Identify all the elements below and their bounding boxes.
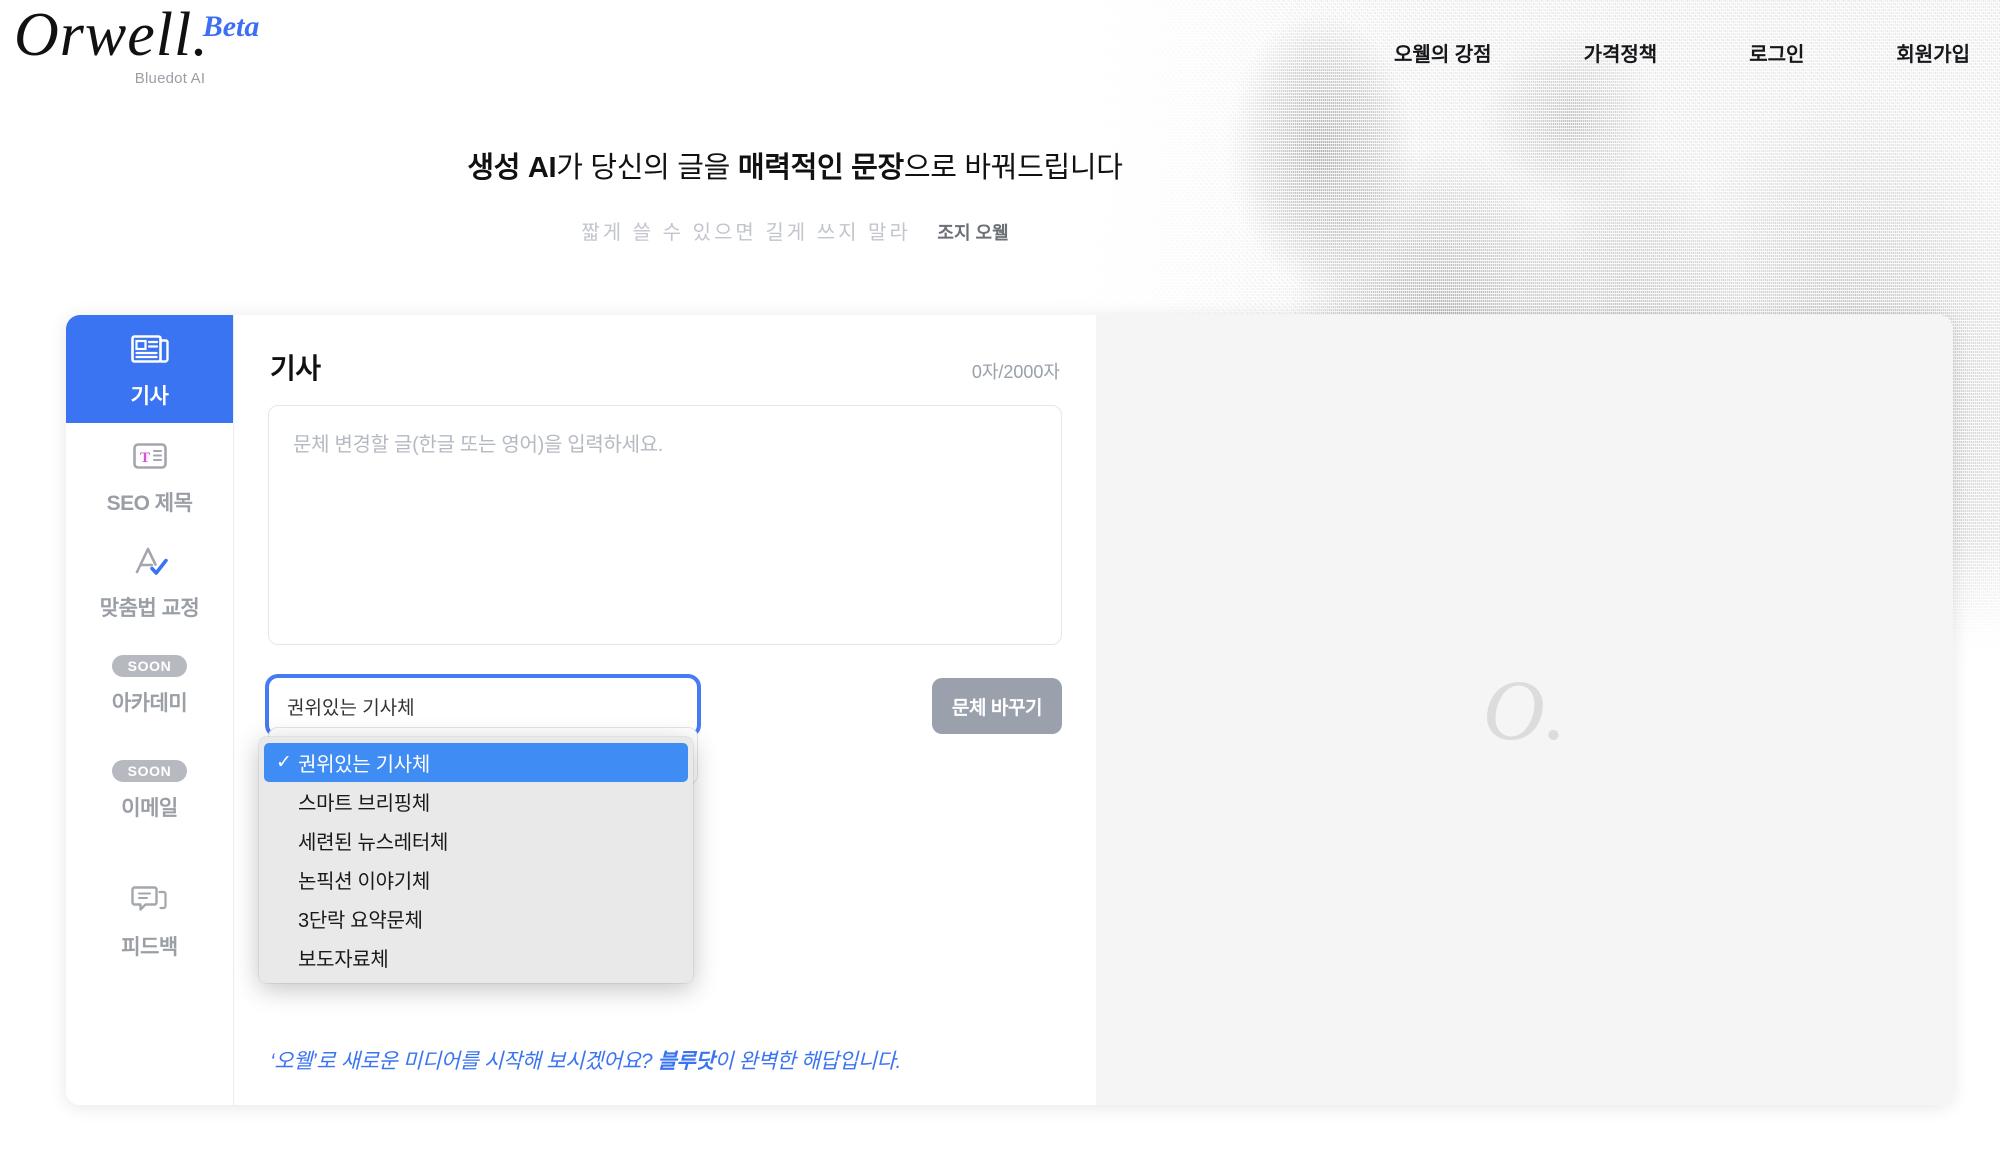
sidebar-label-seo-title: SEO 제목 [106, 491, 193, 515]
sidebar-item-seo-title[interactable]: T SEO 제목 [66, 423, 233, 528]
sidebar: 기사 T SEO 제목 맞춤법 교정 SOON 아카데미 SOON 이메일 피드… [66, 315, 234, 1105]
dropdown-option-label-5: 보도자료체 [298, 949, 389, 971]
style-dropdown-popup: ✓ 권위있는 기사체 스마트 브리핑체 세련된 뉴스레터체 논픽션 이야기체 3… [259, 737, 693, 983]
dropdown-option-label-4: 3단락 요약문체 [298, 910, 423, 932]
logo[interactable]: Orwell. Beta Bluedot AI [14, 4, 284, 87]
app-card: 기사 T SEO 제목 맞춤법 교정 SOON 아카데미 SOON 이메일 피드… [66, 315, 1953, 1105]
sidebar-item-spellcheck[interactable]: 맞춤법 교정 [66, 528, 233, 633]
checkmark-icon: ✓ [276, 752, 292, 773]
page-bottom-area [0, 1105, 2000, 1164]
promo-text-part1: ‘오웰’로 새로운 미디어를 시작해 보시겠어요? [270, 1050, 658, 1073]
style-select-value: 권위있는 기사체 [287, 697, 415, 719]
dropdown-option-0[interactable]: ✓ 권위있는 기사체 [264, 743, 688, 782]
hero-headline: 생성 AI가 당신의 글을 매력적인 문장으로 바꿔드립니다 [0, 150, 1590, 188]
sidebar-label-academy: 아카데미 [111, 691, 188, 715]
promo-brand: 블루닷 [657, 1050, 715, 1073]
result-panel: O. [1096, 315, 1953, 1105]
hero-quote-text: 짧게 쓸 수 있으면 길게 쓰지 말라 [581, 221, 911, 244]
headline-emphasis-1: 생성 AI [467, 152, 557, 184]
sidebar-item-feedback[interactable]: 피드백 [66, 867, 233, 972]
character-counter: 0자/2000자 [971, 362, 1060, 382]
sidebar-item-article[interactable]: 기사 [66, 315, 233, 423]
dropdown-option-label-1: 스마트 브리핑체 [298, 793, 430, 815]
spellcheck-icon [127, 540, 173, 582]
headline-text-2: 으로 바꿔드립니다 [903, 152, 1123, 184]
dropdown-option-label-3: 논픽션 이야기체 [298, 871, 430, 893]
article-textarea-placeholder: 문체 변경할 글(한글 또는 영어)을 입력하세요. [293, 434, 664, 456]
sidebar-item-academy[interactable]: SOON 아카데미 [66, 633, 233, 738]
dropdown-option-4[interactable]: 3단락 요약문체 [264, 899, 688, 938]
headline-emphasis-2: 매력적인 문장 [737, 152, 904, 184]
logo-beta-tag: Beta [202, 10, 260, 43]
soon-badge-email: SOON [111, 759, 188, 782]
dropdown-option-label-0: 권위있는 기사체 [298, 754, 430, 776]
site-header: Orwell. Beta Bluedot AI 오웰의 강점 가격정책 로그인 … [0, 0, 2000, 120]
dropdown-option-2[interactable]: 세련된 뉴스레터체 [264, 821, 688, 860]
hero-quote: 짧게 쓸 수 있으면 길게 쓰지 말라 조지 오웰 [0, 216, 1590, 245]
sidebar-label-feedback: 피드백 [121, 935, 178, 959]
nav-item-signup[interactable]: 회원가입 [1896, 32, 1970, 73]
soon-badge-academy: SOON [111, 654, 188, 677]
main-nav: 오웰의 강점 가격정책 로그인 회원가입 [1394, 32, 1970, 73]
editor-header: 기사 0자/2000자 [268, 347, 1062, 387]
dropdown-option-label-2: 세련된 뉴스레터체 [298, 832, 449, 854]
nav-item-pricing[interactable]: 가격정책 [1584, 32, 1658, 73]
sidebar-label-spellcheck: 맞춤법 교정 [99, 596, 200, 620]
sidebar-label-article: 기사 [130, 385, 169, 408]
editor-title: 기사 [270, 353, 321, 384]
logo-subtitle: Bluedot AI [134, 70, 206, 87]
watermark-logo: O. [1482, 662, 1567, 758]
change-style-button[interactable]: 문체 바꾸기 [932, 678, 1062, 734]
headline-text-1: 가 당신의 글을 [556, 152, 738, 184]
promo-text-part2: 이 완벽한 해답입니다. [714, 1050, 901, 1073]
logo-wordmark: Orwell. [14, 1, 209, 69]
hero-section: 생성 AI가 당신의 글을 매력적인 문장으로 바꿔드립니다 짧게 쓸 수 있으… [0, 150, 1590, 245]
dropdown-option-5[interactable]: 보도자료체 [264, 938, 688, 977]
editor-pane: 기사 0자/2000자 문체 변경할 글(한글 또는 영어)을 입력하세요. 권… [234, 315, 1096, 1105]
article-textarea[interactable]: 문체 변경할 글(한글 또는 영어)을 입력하세요. [268, 405, 1062, 645]
promo-text[interactable]: ‘오웰’로 새로운 미디어를 시작해 보시겠어요? 블루닷이 완벽한 해답입니다… [270, 1045, 901, 1075]
page-root: Orwell. Beta Bluedot AI 오웰의 강점 가격정책 로그인 … [0, 0, 2000, 1164]
dropdown-option-3[interactable]: 논픽션 이야기체 [264, 860, 688, 899]
svg-text:T: T [140, 450, 150, 466]
nav-item-strengths[interactable]: 오웰의 강점 [1394, 32, 1492, 73]
hero-quote-author: 조지 오웰 [937, 222, 1009, 243]
text-heading-icon: T [127, 435, 173, 477]
nav-item-login[interactable]: 로그인 [1749, 32, 1804, 73]
newspaper-icon [127, 328, 173, 370]
sidebar-label-email: 이메일 [121, 796, 178, 820]
feedback-icon [127, 879, 173, 921]
sidebar-item-email[interactable]: SOON 이메일 [66, 738, 233, 843]
dropdown-option-1[interactable]: 스마트 브리핑체 [264, 782, 688, 821]
